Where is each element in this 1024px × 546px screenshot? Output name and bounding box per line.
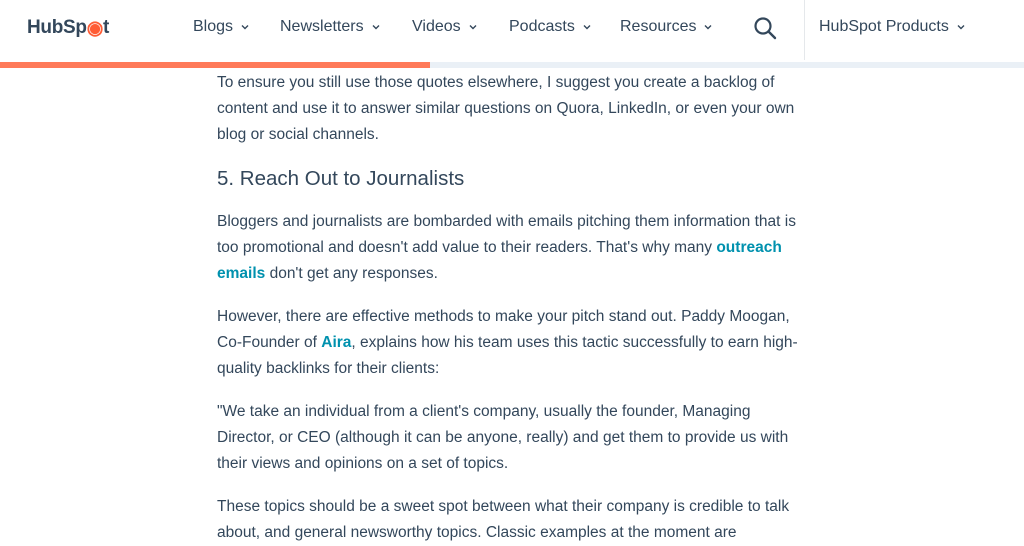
chevron-down-icon (241, 25, 249, 30)
paragraph-text: Bloggers and journalists are bombarded w… (217, 213, 796, 256)
main-nav: Blogs Newsletters Videos Podcasts Resour… (0, 0, 1024, 60)
article-body: To ensure you still use those quotes els… (217, 68, 807, 546)
nav-newsletters[interactable]: Newsletters (280, 16, 381, 38)
paragraph: These topics should be a sweet spot betw… (217, 498, 790, 541)
nav-videos[interactable]: Videos (412, 16, 478, 38)
paragraph: Bloggers and journalists are bombarded w… (217, 209, 807, 287)
nav-label: Blogs (193, 18, 234, 35)
nav-label: Videos (412, 18, 461, 35)
nav-label: Podcasts (509, 18, 575, 35)
search-icon[interactable] (752, 15, 778, 41)
nav-divider (804, 0, 805, 60)
chevron-down-icon (583, 25, 591, 30)
quote-paragraph: "We take an individual from a client's c… (217, 403, 789, 472)
nav-hubspot-products[interactable]: HubSpot Products (819, 16, 966, 38)
section-heading: 5. Reach Out to Journalists (217, 167, 465, 190)
chevron-down-icon (469, 25, 477, 30)
aira-link[interactable]: Aira (321, 334, 351, 351)
nav-resources[interactable]: Resources (620, 16, 713, 38)
chevron-down-icon (704, 25, 712, 30)
paragraph: To ensure you still use those quotes els… (217, 74, 795, 143)
nav-blogs[interactable]: Blogs (193, 16, 250, 38)
paragraph-text: don't get any responses. (265, 265, 438, 282)
chevron-down-icon (372, 25, 380, 30)
chevron-down-icon (957, 25, 965, 30)
paragraph: However, there are effective methods to … (217, 304, 807, 382)
nav-label: HubSpot Products (819, 18, 949, 35)
nav-label: Newsletters (280, 18, 364, 35)
nav-podcasts[interactable]: Podcasts (509, 16, 592, 38)
site-header: HubSp ◉ t Blogs Newsletters Videos Podcast… (0, 0, 1024, 62)
nav-label: Resources (620, 18, 697, 35)
